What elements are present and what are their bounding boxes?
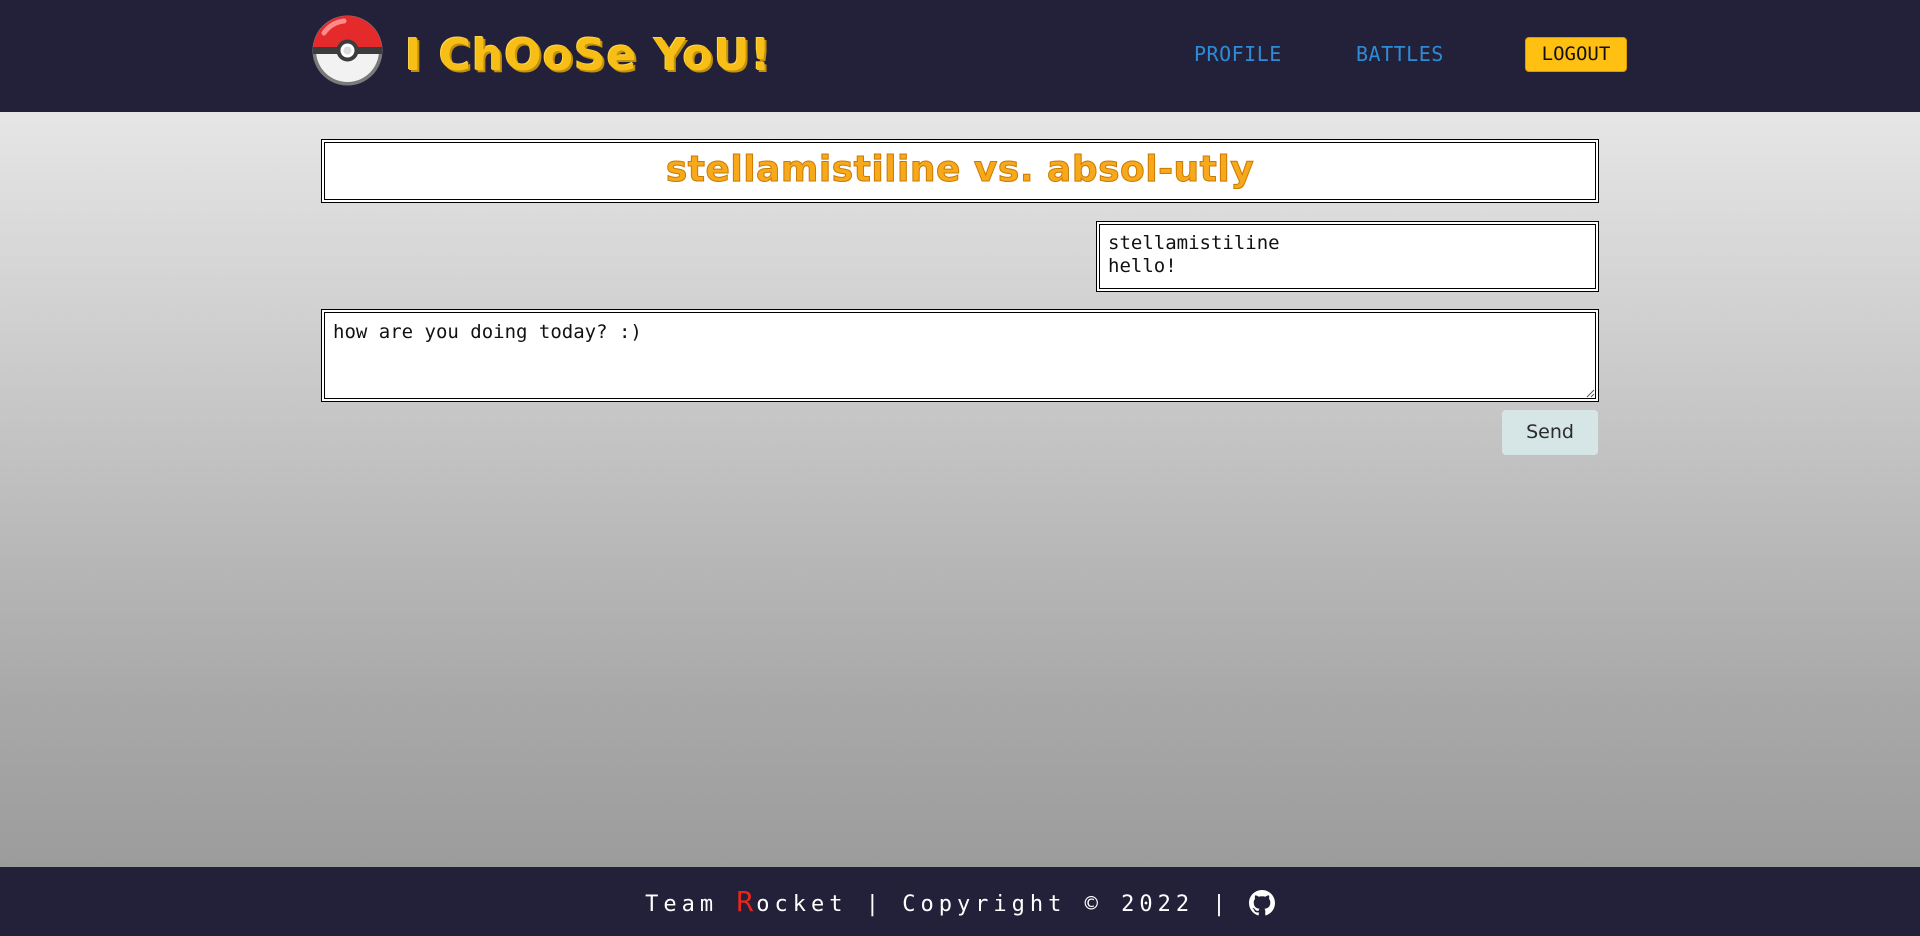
battle-title: stellamistiline vs. absol-utly	[665, 149, 1255, 191]
nav-profile-link[interactable]: PROFILE	[1194, 40, 1282, 68]
site-footer: Team Rocket | Copyright © 2022 |	[0, 867, 1920, 936]
footer-copyright: Copyright © 2022	[902, 892, 1195, 917]
footer-team-rest: ocket	[756, 892, 848, 917]
footer-separator: |	[847, 892, 903, 917]
footer-text: Team Rocket | Copyright © 2022 |	[0, 867, 1920, 936]
github-icon[interactable]	[1248, 890, 1275, 916]
nav-battles-link[interactable]: BATTLES	[1356, 40, 1444, 68]
pokeball-icon[interactable]	[310, 13, 385, 88]
battle-title-box: stellamistiline vs. absol-utly	[321, 139, 1599, 203]
site-header: I ChOoSe YoU! PROFILE BATTLES LOGOUT	[0, 0, 1920, 112]
message-input[interactable]	[321, 309, 1599, 402]
message-text: hello!	[1108, 255, 1177, 277]
message-author: stellamistiline	[1108, 232, 1280, 254]
chat-message: stellamistiline hello!	[1096, 221, 1599, 292]
footer-team-initial: R	[736, 885, 757, 918]
site-brand[interactable]: I ChOoSe YoU!	[405, 26, 772, 86]
send-button[interactable]: Send	[1502, 410, 1598, 455]
footer-separator: |	[1194, 892, 1249, 917]
footer-team-prefix: Team	[645, 892, 737, 917]
resize-grip-icon[interactable]	[1586, 389, 1595, 398]
logout-button[interactable]: LOGOUT	[1525, 37, 1627, 72]
